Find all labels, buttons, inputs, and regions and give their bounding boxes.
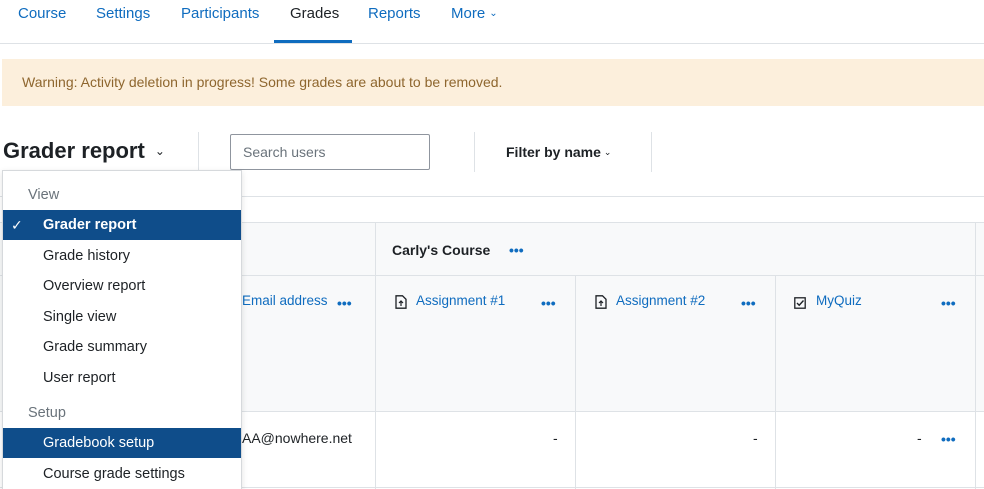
menu-group-header-view: View <box>28 187 60 203</box>
menu-item-label: Course grade settings <box>43 466 185 482</box>
chevron-down-icon: ⌄ <box>603 147 612 157</box>
course-actions-menu[interactable]: ••• <box>509 243 524 257</box>
warning-alert: Warning: Activity deletion in progress! … <box>2 59 984 106</box>
assignment-icon <box>395 295 407 309</box>
myquiz-actions[interactable]: ••• <box>941 296 956 310</box>
menu-item-label: User report <box>43 370 116 386</box>
grade-cell-assignment-1[interactable]: - <box>553 430 558 446</box>
tab-more[interactable]: More ⌄ <box>451 0 498 44</box>
filter-by-name-button[interactable]: Filter by name ⌄ <box>506 144 611 160</box>
tab-participants[interactable]: Participants <box>181 0 259 44</box>
check-icon: ✓ <box>11 217 23 233</box>
tab-settings[interactable]: Settings <box>96 0 150 44</box>
secondary-navigation: Course Settings Participants Grades Repo… <box>0 0 984 44</box>
filter-by-name-label: Filter by name <box>506 144 601 160</box>
grade-cell-myquiz[interactable]: - <box>917 430 922 446</box>
menu-item-grade-summary[interactable]: Grade summary <box>3 332 241 362</box>
table-border <box>975 222 976 489</box>
table-border <box>575 275 576 489</box>
column-header-assignment-2[interactable]: Assignment #2 <box>616 293 705 308</box>
user-email-cell: AA@nowhere.net <box>242 430 352 446</box>
chevron-down-icon: ⌄ <box>489 8 498 19</box>
menu-item-user-report[interactable]: User report <box>3 363 241 393</box>
report-selector-menu: View ✓ Grader report Grade history Overv… <box>2 170 242 489</box>
column-header-assignment-1[interactable]: Assignment #1 <box>416 293 505 308</box>
menu-item-label: Gradebook setup <box>43 435 155 451</box>
course-category-title: Carly's Course <box>392 242 491 258</box>
menu-item-gradebook-setup[interactable]: Gradebook setup <box>3 428 241 458</box>
tab-grades[interactable]: Grades <box>290 0 339 44</box>
tab-more-label: More <box>451 5 486 22</box>
menu-item-label: Overview report <box>43 278 146 294</box>
assignment-icon <box>595 295 607 309</box>
grade-cell-actions[interactable]: ••• <box>941 432 956 446</box>
column-header-myquiz[interactable]: MyQuiz <box>816 293 862 308</box>
menu-item-single-view[interactable]: Single view <box>3 302 241 332</box>
table-border <box>775 275 776 489</box>
report-selector-label: Grader report <box>3 138 145 163</box>
column-header-email[interactable]: Email address <box>242 293 328 308</box>
grade-cell-assignment-2[interactable]: - <box>753 430 758 446</box>
divider <box>198 132 199 172</box>
menu-item-course-grade-settings[interactable]: Course grade settings <box>3 459 241 489</box>
warning-alert-text: Warning: Activity deletion in progress! … <box>22 74 503 90</box>
email-column-actions[interactable]: ••• <box>337 296 352 310</box>
search-users-input[interactable] <box>230 134 430 170</box>
report-selector[interactable]: Grader report ⌄ <box>3 138 165 164</box>
menu-item-label: Grade history <box>43 248 131 264</box>
tab-reports[interactable]: Reports <box>368 0 421 44</box>
assignment-1-actions[interactable]: ••• <box>541 296 556 310</box>
menu-item-grader-report[interactable]: ✓ Grader report <box>3 210 241 240</box>
menu-item-label: Single view <box>43 309 117 325</box>
divider <box>651 132 652 172</box>
divider <box>474 132 475 172</box>
menu-item-label: Grader report <box>43 217 137 233</box>
menu-item-label: Grade summary <box>43 339 147 355</box>
menu-item-overview-report[interactable]: Overview report <box>3 271 241 301</box>
chevron-down-icon: ⌄ <box>154 144 165 158</box>
table-border <box>375 222 376 489</box>
active-tab-indicator <box>274 40 352 43</box>
tab-course[interactable]: Course <box>18 0 66 44</box>
menu-item-grade-history[interactable]: Grade history <box>3 241 241 271</box>
menu-group-header-setup: Setup <box>28 405 66 421</box>
assignment-2-actions[interactable]: ••• <box>741 296 756 310</box>
quiz-icon <box>794 297 806 309</box>
